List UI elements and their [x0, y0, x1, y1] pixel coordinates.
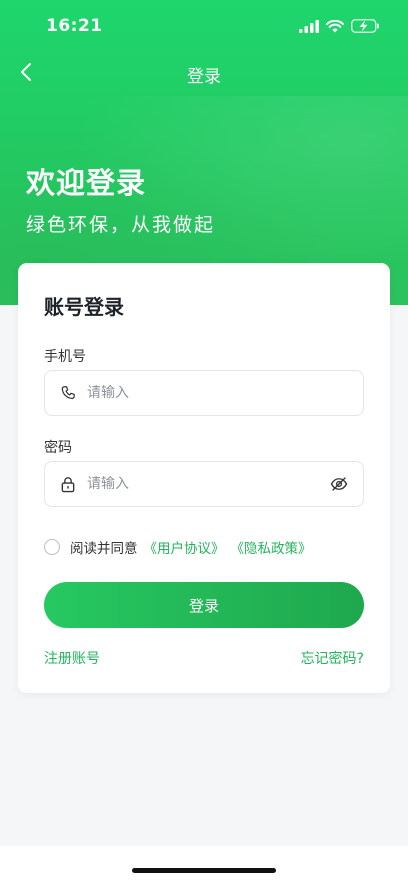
- register-link[interactable]: 注册账号: [44, 648, 100, 668]
- login-button[interactable]: 登录: [44, 582, 364, 628]
- agreement-checkbox[interactable]: [44, 539, 60, 555]
- password-input-box: [44, 461, 364, 507]
- phone-input[interactable]: [87, 385, 349, 401]
- nav-bar: 登录: [0, 52, 408, 96]
- phone-input-box: [44, 370, 364, 416]
- agreement-row: 阅读并同意 《用户协议》 《隐私政策》: [44, 537, 312, 557]
- status-icons: [299, 19, 380, 33]
- forgot-password-link[interactable]: 忘记密码?: [301, 648, 364, 668]
- home-indicator[interactable]: [132, 868, 276, 873]
- chevron-left-icon: [20, 62, 32, 86]
- login-card: 账号登录 手机号 密码 阅读并同意 《用: [18, 263, 390, 693]
- nav-title: 登录: [187, 66, 221, 87]
- signal-icon: [299, 19, 319, 33]
- phone-label: 手机号: [44, 349, 86, 365]
- battery-charging-icon: [351, 19, 380, 33]
- welcome-title: 欢迎登录: [26, 166, 147, 200]
- user-agreement-link[interactable]: 《用户协议》: [144, 537, 225, 557]
- status-bar: 16:21: [0, 0, 408, 52]
- phone-icon: [59, 384, 77, 402]
- eye-off-icon[interactable]: [329, 474, 349, 494]
- status-time: 16:21: [46, 16, 103, 36]
- lock-icon: [59, 475, 77, 493]
- card-title: 账号登录: [44, 295, 124, 319]
- privacy-policy-link[interactable]: 《隐私政策》: [231, 537, 312, 557]
- back-button[interactable]: [10, 58, 42, 90]
- wifi-icon: [326, 19, 344, 33]
- agreement-text: 阅读并同意: [70, 541, 138, 557]
- password-label: 密码: [44, 440, 72, 456]
- password-input[interactable]: [87, 476, 329, 492]
- home-indicator-area: [0, 846, 408, 883]
- welcome-subtitle: 绿色环保，从我做起: [26, 214, 216, 236]
